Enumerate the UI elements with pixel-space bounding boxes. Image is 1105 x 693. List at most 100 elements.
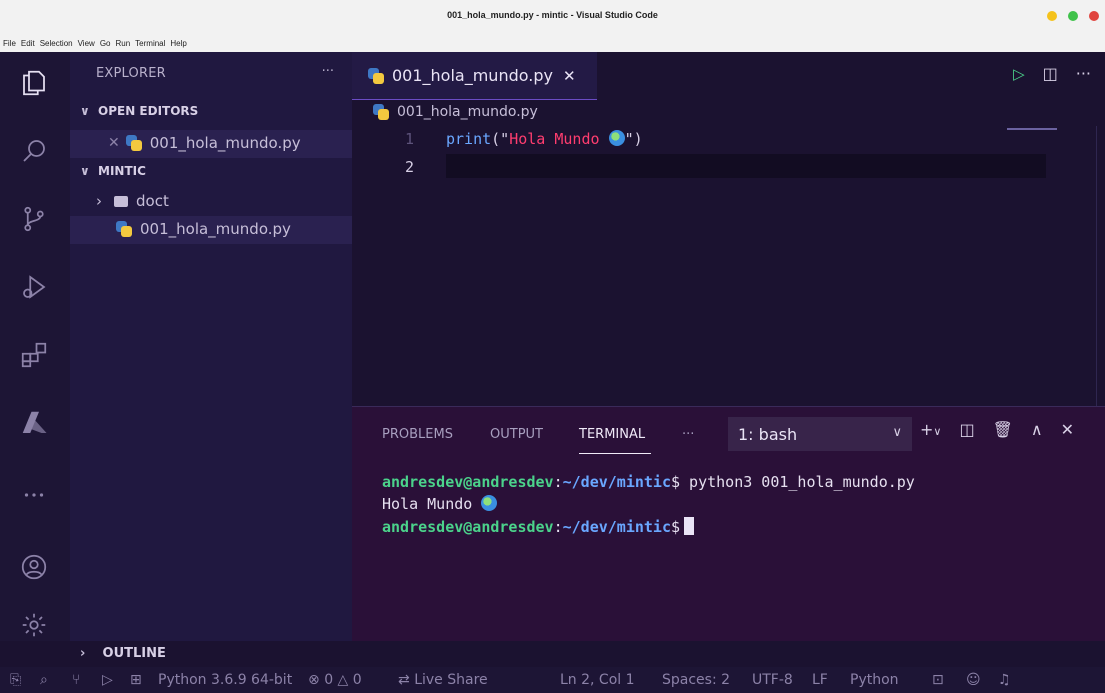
terminal-select-value: 1: bash xyxy=(738,424,798,444)
explorer-more-button[interactable]: ··· xyxy=(322,64,334,79)
terminal-icon[interactable]: ⊡ xyxy=(932,672,944,688)
run-debug-icon[interactable]: ▷ xyxy=(102,672,113,688)
live-share-label: Live Share xyxy=(414,672,488,688)
menu-file[interactable]: File xyxy=(3,39,16,48)
menu-selection[interactable]: Selection xyxy=(40,39,73,48)
code-string: Hola Mundo xyxy=(509,130,609,148)
panel-actions: +∨ ◫ 🗑 ∧ ✕ xyxy=(920,420,1074,439)
close-icon[interactable]: ✕ xyxy=(563,67,576,85)
code-editor[interactable]: 1 print("Hola Mundo ") 2 xyxy=(352,126,1105,406)
terminal-path: ~/dev/mintic xyxy=(562,473,671,491)
terminal-colon: : xyxy=(553,518,563,536)
search-icon[interactable] xyxy=(17,134,51,168)
feedback-icon[interactable]: ☺ xyxy=(966,672,981,688)
status-bar: ⎘ ⌕ ⑂ ▷ ⊞ Python 3.6.9 64-bit ⊗ 0 △ 0 ⇄ … xyxy=(0,641,1105,693)
menu-terminal[interactable]: Terminal xyxy=(135,39,165,48)
run-icon[interactable]: ▷ xyxy=(1013,65,1025,83)
menu-bar: File Edit Selection View Go Run Terminal… xyxy=(0,34,1105,52)
explorer-icon[interactable] xyxy=(17,66,51,100)
tree-item-doct[interactable]: › doct xyxy=(96,192,169,210)
explorer-icon[interactable]: ⎘ xyxy=(10,672,21,688)
window-title: 001_hola_mundo.py - mintic - Visual Stud… xyxy=(447,10,658,20)
mintic-folder-section[interactable]: ∨ MINTIC xyxy=(80,164,146,178)
minimap[interactable] xyxy=(1007,128,1057,130)
azure-icon[interactable] xyxy=(17,406,51,440)
live-share-icon: ⇄ xyxy=(398,672,410,688)
tab-label: 001_hola_mundo.py xyxy=(392,66,553,85)
extensions-icon[interactable]: ⊞ xyxy=(130,672,142,688)
chevron-down-icon: ∨ xyxy=(80,104,90,118)
terminal-command: python3 001_hola_mundo.py xyxy=(680,473,915,491)
source-control-icon[interactable]: ⑂ xyxy=(72,672,80,688)
split-editor-icon[interactable]: ◫ xyxy=(1043,64,1058,83)
cursor-position[interactable]: Ln 2, Col 1 xyxy=(560,672,635,688)
close-panel-icon[interactable]: ✕ xyxy=(1061,420,1074,439)
search-icon[interactable]: ⌕ xyxy=(40,672,48,688)
terminal-select[interactable]: 1: bash ∨ xyxy=(728,417,912,451)
encoding[interactable]: UTF-8 xyxy=(752,672,793,688)
warning-count: 0 xyxy=(352,672,362,688)
breadcrumb[interactable]: 001_hola_mundo.py xyxy=(373,104,538,120)
menu-go[interactable]: Go xyxy=(100,39,111,48)
problems-status[interactable]: ⊗ 0 △ 0 xyxy=(308,672,362,688)
terminal-user: andresdev@andresdev xyxy=(382,473,554,491)
open-editors-label: OPEN EDITORS xyxy=(98,104,199,118)
split-terminal-icon[interactable]: ◫ xyxy=(959,420,974,439)
editor-scrollbar[interactable] xyxy=(1096,126,1097,406)
chevron-down-icon: ∨ xyxy=(892,425,902,440)
tree-item-label: 001_hola_mundo.py xyxy=(140,220,291,238)
tab-terminal[interactable]: TERMINAL xyxy=(579,427,645,442)
editor-tab-bar: 001_hola_mundo.py ✕ ▷ ◫ ··· xyxy=(352,52,1105,100)
live-share-button[interactable]: ⇄ Live Share xyxy=(398,672,488,688)
code-line[interactable]: print("Hola Mundo ") xyxy=(446,130,643,148)
tree-item-python-file[interactable]: 001_hola_mundo.py xyxy=(116,220,291,238)
globe-emoji-icon xyxy=(481,495,498,511)
more-actions-icon[interactable]: ··· xyxy=(1076,64,1091,83)
code-punct: (" xyxy=(491,130,510,148)
source-control-icon[interactable] xyxy=(17,202,51,236)
close-icon[interactable]: ✕ xyxy=(108,135,120,151)
terminal-user: andresdev@andresdev xyxy=(382,518,554,536)
line-number: 2 xyxy=(404,158,414,176)
indentation[interactable]: Spaces: 2 xyxy=(662,672,730,688)
maximize-button[interactable] xyxy=(1068,11,1078,21)
maximize-panel-icon[interactable]: ∧ xyxy=(1031,420,1043,439)
minimize-button[interactable] xyxy=(1047,11,1057,21)
more-views-icon[interactable] xyxy=(17,478,51,512)
open-editor-item[interactable]: ✕ 001_hola_mundo.py xyxy=(108,134,301,152)
tab-problems[interactable]: PROBLEMS xyxy=(382,427,453,442)
new-terminal-icon[interactable]: +∨ xyxy=(920,420,941,439)
code-punct: ") xyxy=(624,130,643,148)
terminal-prompt: $ xyxy=(671,473,681,491)
editor-tab[interactable]: 001_hola_mundo.py ✕ xyxy=(352,52,597,100)
open-editors-section[interactable]: ∨ OPEN EDITORS xyxy=(80,104,198,118)
python-interpreter[interactable]: Python 3.6.9 64-bit xyxy=(158,672,292,688)
language-mode[interactable]: Python xyxy=(850,672,899,688)
close-window-button[interactable] xyxy=(1089,11,1099,21)
account-icon[interactable] xyxy=(17,550,51,584)
extensions-icon[interactable] xyxy=(17,338,51,372)
explorer-sidebar: EXPLORER ··· ∨ OPEN EDITORS ✕ 001_hola_m… xyxy=(70,52,352,641)
menu-edit[interactable]: Edit xyxy=(21,39,35,48)
bottom-panel: PROBLEMS OUTPUT TERMINAL ··· 1: bash ∨ +… xyxy=(352,406,1105,641)
trash-icon[interactable]: 🗑 xyxy=(993,420,1013,439)
terminal-colon: : xyxy=(553,473,563,491)
active-tab-indicator xyxy=(579,453,651,454)
open-editor-filename: 001_hola_mundo.py xyxy=(149,134,301,152)
panel-more-button[interactable]: ··· xyxy=(682,427,694,442)
run-debug-icon[interactable] xyxy=(17,270,51,304)
notifications-bell-icon[interactable]: ♫ xyxy=(998,672,1011,688)
tab-output[interactable]: OUTPUT xyxy=(490,427,543,442)
menu-help[interactable]: Help xyxy=(170,39,186,48)
menu-run[interactable]: Run xyxy=(115,39,130,48)
menu-view[interactable]: View xyxy=(78,39,95,48)
code-function: print xyxy=(446,130,492,148)
terminal-line[interactable]: andresdev@andresdev:~/dev/mintic$ xyxy=(382,517,695,536)
end-of-line[interactable]: LF xyxy=(812,672,828,688)
python-file-icon xyxy=(116,221,132,237)
globe-emoji-icon xyxy=(608,130,625,146)
python-file-icon xyxy=(373,104,389,120)
status-strip: ⎘ ⌕ ⑂ ▷ ⊞ Python 3.6.9 64-bit ⊗ 0 △ 0 ⇄ … xyxy=(0,667,1105,693)
window-controls xyxy=(1047,11,1099,21)
settings-gear-icon[interactable] xyxy=(17,608,51,642)
